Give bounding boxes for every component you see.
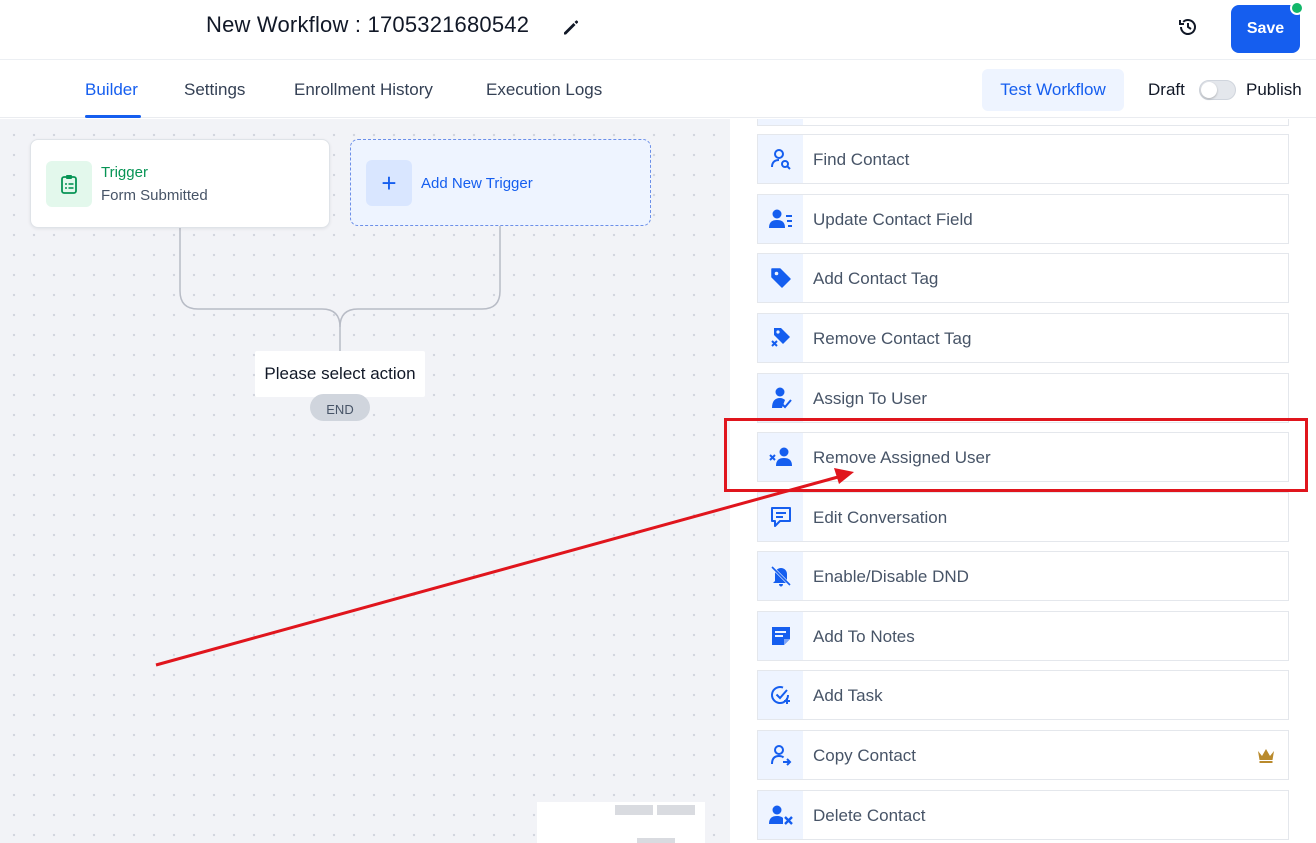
end-node: END (310, 394, 370, 421)
test-workflow-button[interactable]: Test Workflow (982, 69, 1124, 111)
toggle-knob (1201, 82, 1217, 98)
action-label: Find Contact (813, 150, 910, 169)
minimap[interactable] (537, 802, 705, 843)
action-label: Copy Contact (813, 746, 916, 765)
status-dot (1290, 1, 1304, 15)
highlight-box (724, 418, 1308, 492)
tab-settings[interactable]: Settings (184, 80, 245, 100)
minimap-block (615, 805, 653, 815)
select-action-node[interactable]: Please select action (255, 351, 425, 397)
plus-icon: + (366, 160, 412, 206)
pencil-icon[interactable] (561, 17, 581, 37)
conversation-icon (758, 493, 803, 541)
action-add-task[interactable]: Add Task (757, 670, 1289, 720)
action-item-partial[interactable] (757, 119, 1289, 126)
assign-user-icon (758, 374, 803, 422)
clipboard-icon (46, 161, 92, 207)
notes-icon (758, 612, 803, 660)
add-trigger-label: Add New Trigger (421, 175, 533, 192)
top-header: New Workflow : 1705321680542 Save (0, 0, 1316, 60)
save-button[interactable]: Save (1231, 5, 1300, 53)
copy-contact-icon (758, 731, 803, 779)
task-icon (758, 671, 803, 719)
bell-off-icon (758, 552, 803, 600)
action-find-contact[interactable]: Find Contact (757, 134, 1289, 184)
action-icon-partial (758, 119, 803, 125)
workflow-builder: New Workflow : 1705321680542 Save Builde… (0, 0, 1316, 843)
remove-tag-icon (758, 314, 803, 362)
crown-icon (1258, 749, 1274, 763)
delete-contact-icon (758, 791, 803, 839)
tab-bar: Builder Settings Enrollment History Exec… (0, 60, 1316, 118)
action-label: Remove Contact Tag (813, 329, 972, 348)
tag-icon (758, 254, 803, 302)
action-add-contact-tag[interactable]: Add Contact Tag (757, 253, 1289, 303)
trigger-card[interactable]: Trigger Form Submitted (30, 139, 330, 228)
trigger-subtitle: Form Submitted (101, 187, 208, 204)
publish-toggle[interactable] (1199, 80, 1236, 100)
action-label: Enable/Disable DND (813, 567, 969, 586)
action-delete-contact[interactable]: Delete Contact (757, 790, 1289, 840)
action-copy-contact[interactable]: Copy Contact (757, 730, 1289, 780)
action-label: Delete Contact (813, 806, 926, 825)
add-new-trigger-card[interactable]: + Add New Trigger (350, 139, 651, 226)
action-label: Assign To User (813, 389, 928, 408)
action-label: Add To Notes (813, 627, 915, 646)
action-label: Add Contact Tag (813, 269, 939, 288)
tab-enrollment-history[interactable]: Enrollment History (294, 80, 433, 100)
workflow-canvas[interactable]: Trigger Form Submitted + Add New Trigger… (0, 119, 730, 843)
action-add-to-notes[interactable]: Add To Notes (757, 611, 1289, 661)
tab-execution-logs[interactable]: Execution Logs (486, 80, 602, 100)
minimap-block (657, 805, 695, 815)
action-label: Update Contact Field (813, 210, 973, 229)
action-label: Add Task (813, 686, 883, 705)
tab-builder[interactable]: Builder (85, 80, 138, 100)
publish-label: Publish (1246, 80, 1302, 99)
active-tab-indicator (85, 115, 141, 118)
history-icon[interactable] (1176, 15, 1200, 39)
action-assign-to-user[interactable]: Assign To User (757, 373, 1289, 423)
action-enable-disable-dnd[interactable]: Enable/Disable DND (757, 551, 1289, 601)
action-edit-conversation[interactable]: Edit Conversation (757, 492, 1289, 542)
action-label: Edit Conversation (813, 508, 948, 527)
action-remove-contact-tag[interactable]: Remove Contact Tag (757, 313, 1289, 363)
trigger-title: Trigger (101, 164, 148, 181)
minimap-block (637, 838, 675, 843)
action-update-contact-field[interactable]: Update Contact Field (757, 194, 1289, 244)
workflow-title: New Workflow : 1705321680542 (206, 12, 530, 37)
update-contact-field-icon (758, 195, 803, 243)
find-contact-icon (758, 135, 803, 183)
draft-label: Draft (1148, 80, 1185, 99)
